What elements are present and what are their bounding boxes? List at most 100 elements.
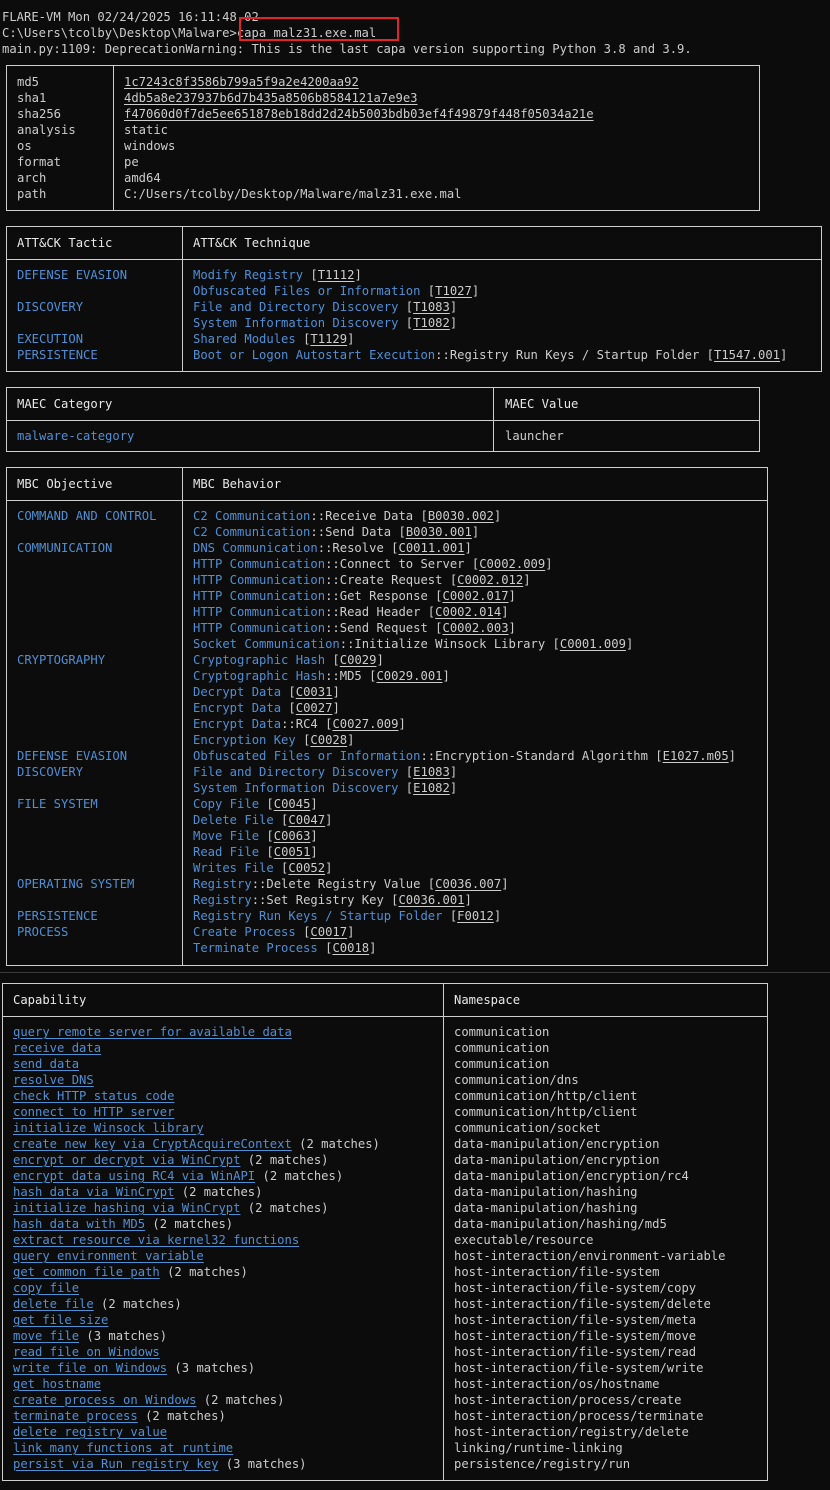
mbc-item[interactable]: Read File [C0051] xyxy=(193,844,318,860)
capability-name[interactable]: create new key via CryptAcquireContext xyxy=(13,1137,292,1151)
mbc-item[interactable]: File and Directory Discovery [E1083] xyxy=(193,764,457,780)
mbc-id[interactable]: C0018 xyxy=(332,941,369,955)
mbc-item[interactable]: Encryption Key [C0028] xyxy=(193,732,354,748)
mbc-item-name[interactable]: Create Process xyxy=(193,925,296,939)
mbc-id[interactable]: C0036.001 xyxy=(398,893,464,907)
capability-name[interactable]: copy file xyxy=(13,1281,79,1295)
mbc-item-name[interactable]: HTTP Communication xyxy=(193,573,325,587)
mbc-item-name[interactable]: HTTP Communication xyxy=(193,557,325,571)
attack-id[interactable]: T1027 xyxy=(435,284,472,298)
capability-name[interactable]: get file size xyxy=(13,1313,108,1327)
attack-item-name[interactable]: System Information Discovery xyxy=(193,316,398,330)
capability-name[interactable]: write file on Windows xyxy=(13,1361,167,1375)
mbc-id[interactable]: C0002.017 xyxy=(443,589,509,603)
capability-name[interactable]: move file xyxy=(13,1329,79,1343)
mbc-item[interactable]: Registry::Set Registry Key [C0036.001] xyxy=(193,892,472,908)
capability-name[interactable]: get common file path xyxy=(13,1265,160,1279)
metadata-value[interactable]: f47060d0f7de5ee651878eb18dd2d24b5003bdb0… xyxy=(124,106,594,122)
mbc-item-name[interactable]: HTTP Communication xyxy=(193,605,325,619)
mbc-id[interactable]: C0036.007 xyxy=(435,877,501,891)
mbc-item[interactable]: C2 Communication::Receive Data [B0030.00… xyxy=(193,508,501,524)
mbc-id[interactable]: F0012 xyxy=(457,909,494,923)
attack-id[interactable]: T1112 xyxy=(318,268,355,282)
mbc-item[interactable]: Registry Run Keys / Startup Folder [F001… xyxy=(193,908,501,924)
mbc-id[interactable]: E1027.m05 xyxy=(663,749,729,763)
attack-item-name[interactable]: Modify Registry xyxy=(193,268,303,282)
mbc-item-name[interactable]: System Information Discovery xyxy=(193,781,398,795)
mbc-item-name[interactable]: Encrypt Data xyxy=(193,717,281,731)
mbc-item-name[interactable]: Terminate Process xyxy=(193,941,318,955)
capability-name[interactable]: send data xyxy=(13,1057,79,1071)
mbc-id[interactable]: C0052 xyxy=(288,861,325,875)
capability-name[interactable]: encrypt or decrypt via WinCrypt xyxy=(13,1153,240,1167)
mbc-id[interactable]: C0002.009 xyxy=(479,557,545,571)
mbc-item[interactable]: Encrypt Data [C0027] xyxy=(193,700,340,716)
mbc-item[interactable]: Encrypt Data::RC4 [C0027.009] xyxy=(193,716,406,732)
capability-name[interactable]: persist via Run registry key xyxy=(13,1457,218,1471)
mbc-id[interactable]: C0002.003 xyxy=(443,621,509,635)
mbc-item[interactable]: Cryptographic Hash [C0029] xyxy=(193,652,384,668)
mbc-item-name[interactable]: Registry xyxy=(193,877,252,891)
capability-name[interactable]: query environment variable xyxy=(13,1249,204,1263)
mbc-item[interactable]: DNS Communication::Resolve [C0011.001] xyxy=(193,540,472,556)
mbc-item[interactable]: Writes File [C0052] xyxy=(193,860,332,876)
mbc-id[interactable]: C0002.014 xyxy=(435,605,501,619)
attack-item[interactable]: System Information Discovery [T1082] xyxy=(193,315,457,331)
mbc-item-name[interactable]: Cryptographic Hash xyxy=(193,653,325,667)
mbc-item[interactable]: Move File [C0063] xyxy=(193,828,318,844)
mbc-item-name[interactable]: Copy File xyxy=(193,797,259,811)
mbc-item-name[interactable]: Registry Run Keys / Startup Folder xyxy=(193,909,442,923)
mbc-id[interactable]: C0051 xyxy=(274,845,311,859)
mbc-item[interactable]: Obfuscated Files or Information::Encrypt… xyxy=(193,748,736,764)
mbc-item-name[interactable]: Writes File xyxy=(193,861,274,875)
mbc-id[interactable]: E1083 xyxy=(413,765,450,779)
mbc-item[interactable]: Socket Communication::Initialize Winsock… xyxy=(193,636,633,652)
capability-name[interactable]: terminate process xyxy=(13,1409,138,1423)
attack-id[interactable]: T1082 xyxy=(413,316,450,330)
capability-name[interactable]: delete registry value xyxy=(13,1425,167,1439)
mbc-id[interactable]: C0027 xyxy=(296,701,333,715)
mbc-item[interactable]: Create Process [C0017] xyxy=(193,924,354,940)
mbc-id[interactable]: C0047 xyxy=(288,813,325,827)
mbc-item[interactable]: HTTP Communication::Get Response [C0002.… xyxy=(193,588,516,604)
mbc-id[interactable]: B0030.001 xyxy=(406,525,472,539)
capability-name[interactable]: get hostname xyxy=(13,1377,101,1391)
mbc-id[interactable]: C0011.001 xyxy=(398,541,464,555)
attack-item[interactable]: Shared Modules [T1129] xyxy=(193,331,354,347)
mbc-item-name[interactable]: C2 Communication xyxy=(193,509,310,523)
attack-item[interactable]: Boot or Logon Autostart Execution::Regis… xyxy=(193,347,787,363)
mbc-id[interactable]: C0029.001 xyxy=(376,669,442,683)
capability-name[interactable]: connect to HTTP server xyxy=(13,1105,174,1119)
metadata-value[interactable]: 1c7243c8f3586b799a5f9a2e4200aa92 xyxy=(124,74,359,90)
mbc-id[interactable]: C0028 xyxy=(310,733,347,747)
mbc-item-name[interactable]: HTTP Communication xyxy=(193,621,325,635)
mbc-item-name[interactable]: Obfuscated Files or Information xyxy=(193,749,420,763)
mbc-item-name[interactable]: Move File xyxy=(193,829,259,843)
capability-name[interactable]: create process on Windows xyxy=(13,1393,196,1407)
mbc-item-name[interactable]: Cryptographic Hash xyxy=(193,669,325,683)
mbc-item[interactable]: Decrypt Data [C0031] xyxy=(193,684,340,700)
mbc-item-name[interactable]: Encrypt Data xyxy=(193,701,281,715)
capability-name[interactable]: receive data xyxy=(13,1041,101,1055)
mbc-id[interactable]: C0045 xyxy=(274,797,311,811)
mbc-id[interactable]: C0017 xyxy=(310,925,347,939)
capability-name[interactable]: hash data via WinCrypt xyxy=(13,1185,174,1199)
capability-name[interactable]: link many functions at runtime xyxy=(13,1441,233,1455)
mbc-item[interactable]: HTTP Communication::Create Request [C000… xyxy=(193,572,531,588)
mbc-id[interactable]: C0031 xyxy=(296,685,333,699)
mbc-item-name[interactable]: Encryption Key xyxy=(193,733,296,747)
attack-id[interactable]: T1129 xyxy=(310,332,347,346)
capability-name[interactable]: query remote server for available data xyxy=(13,1025,292,1039)
mbc-id[interactable]: C0029 xyxy=(340,653,377,667)
capability-name[interactable]: check HTTP status code xyxy=(13,1089,174,1103)
mbc-item[interactable]: Terminate Process [C0018] xyxy=(193,940,376,956)
mbc-item-name[interactable]: Socket Communication xyxy=(193,637,340,651)
attack-item-name[interactable]: Boot or Logon Autostart Execution xyxy=(193,348,435,362)
mbc-id[interactable]: C0002.012 xyxy=(457,573,523,587)
capability-name[interactable]: initialize hashing via WinCrypt xyxy=(13,1201,240,1215)
attack-item-name[interactable]: File and Directory Discovery xyxy=(193,300,398,314)
mbc-item[interactable]: HTTP Communication::Send Request [C0002.… xyxy=(193,620,516,636)
mbc-id[interactable]: C0063 xyxy=(274,829,311,843)
attack-id[interactable]: T1083 xyxy=(413,300,450,314)
mbc-item-name[interactable]: Read File xyxy=(193,845,259,859)
